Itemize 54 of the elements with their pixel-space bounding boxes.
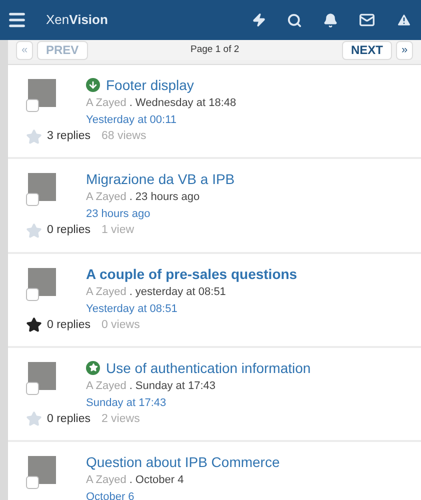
last-post-link[interactable]: 23 hours ago [86,207,235,222]
topic-title-link[interactable]: A couple of pre-sales questions [86,266,298,282]
separator-dot: . [129,284,132,298]
start-date: 23 hours ago [135,190,200,204]
author-name: A Zayed [86,473,126,487]
view-count: 2 views [101,412,140,427]
warning-icon[interactable] [396,12,412,28]
avatar-placeholder [28,79,56,107]
author-name: A Zayed [86,190,126,204]
star-icon[interactable] [26,317,42,334]
topic-title-link[interactable]: Migrazione da VB a IPB [86,171,235,188]
author-name: A Zayed [86,96,126,110]
reply-count: 0 replies [47,412,90,427]
last-post-link[interactable]: October 6 [86,490,280,500]
view-count: 68 views [101,129,146,144]
separator-dot: . [129,473,132,487]
site-logo[interactable]: XenVision [46,10,108,30]
reply-count: 3 replies [47,129,90,144]
last-post-link[interactable]: Sunday at 17:43 [86,396,311,410]
checkbox[interactable] [26,476,39,489]
last-post-link[interactable]: Yesterday at 08:51 [86,302,298,316]
separator-dot: . [129,190,132,204]
start-date: October 4 [135,473,184,487]
avatar-placeholder [28,173,56,202]
avatar-placeholder [28,268,56,296]
reply-count: 0 replies [47,223,90,238]
separator-dot: . [129,96,132,110]
bell-icon[interactable] [323,12,338,28]
topic-title-link[interactable]: Question about IPB Commerce [86,454,280,470]
view-count: 1 view [101,223,134,238]
start-date: Sunday at 17:43 [135,378,216,393]
topic-title-link[interactable]: Use of authentication information [106,360,311,376]
start-date: yesterday at 08:51 [135,284,226,298]
start-date: Wednesday at 18:48 [135,96,236,110]
separator-dot: . [129,378,132,393]
avatar-placeholder [28,456,56,484]
envelope-icon[interactable] [359,12,375,28]
checkbox[interactable] [26,288,39,300]
checkbox[interactable] [26,193,39,206]
author-name: A Zayed [86,284,126,298]
checkbox[interactable] [26,99,39,112]
view-count: 0 views [101,318,140,332]
last-post-link[interactable]: Yesterday at 00:11 [86,113,236,127]
reply-count: 0 replies [47,318,90,332]
search-icon[interactable] [287,12,302,28]
next-button[interactable]: NEXT [342,40,392,60]
topic-title-link[interactable]: Footer display [106,77,194,93]
avatar-placeholder [28,362,56,390]
menu-icon[interactable] [7,10,27,30]
author-name: A Zayed [86,378,126,393]
last-page-button[interactable]: » [396,40,413,60]
page-info: Page 1 of 2 [190,42,240,57]
bolt-icon[interactable] [252,13,266,27]
checkbox[interactable] [26,382,39,395]
